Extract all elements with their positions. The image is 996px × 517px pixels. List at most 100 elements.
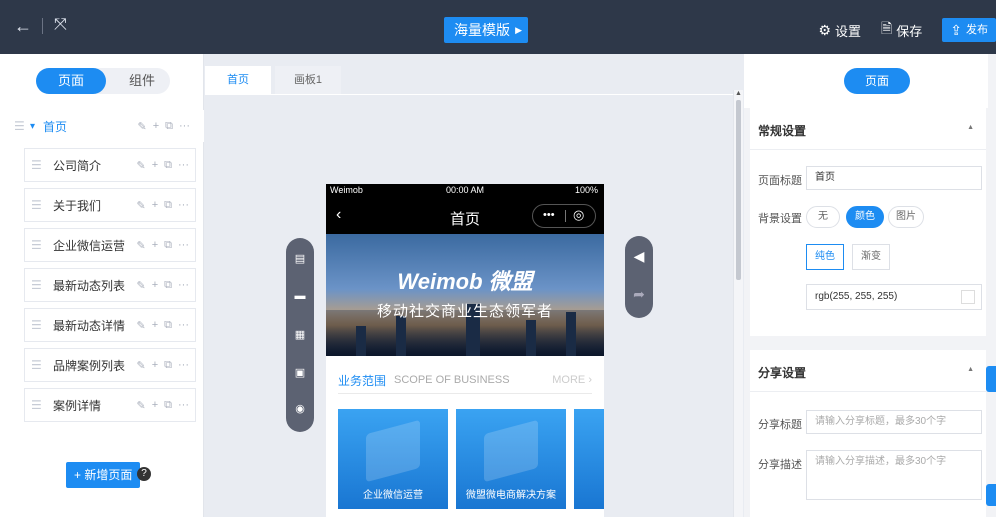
side-dock-icon[interactable] <box>986 484 996 506</box>
template-library-button[interactable]: 海量模版 ▶ <box>444 17 528 43</box>
drag-handle-icon[interactable]: ☰ <box>31 358 47 372</box>
business-card[interactable]: 微盟微电商解决方案 <box>456 409 566 509</box>
bg-option-none[interactable]: 无 <box>806 206 840 228</box>
banner-image[interactable]: Weimob 微盟 移动社交商业生态领军者 <box>326 234 604 356</box>
bg-type-gradient[interactable]: 渐变 <box>852 244 890 270</box>
redo-icon[interactable]: ➦ <box>625 286 653 303</box>
collapse-up-icon[interactable]: ▲ <box>967 124 974 131</box>
save-button[interactable]: 🗎 保存 <box>881 18 922 42</box>
edit-icon[interactable]: ✎ <box>136 279 145 292</box>
capsule-menu[interactable]: ••• ◎ <box>532 204 596 228</box>
add-icon[interactable]: + <box>152 399 158 411</box>
add-icon[interactable]: + <box>152 319 158 331</box>
scroll-up-icon[interactable]: ▲ <box>735 90 742 97</box>
bg-option-image[interactable]: 图片 <box>888 206 924 228</box>
page-item[interactable]: ☰ 企业微信运营 ✎ + ⧉ ··· <box>24 228 196 262</box>
drag-handle-icon[interactable]: ☰ <box>31 158 47 172</box>
add-icon[interactable]: + <box>152 239 158 251</box>
settings-button[interactable]: ⚙ 设置 <box>818 21 861 40</box>
more-dots-icon[interactable]: ••• <box>543 209 555 221</box>
edit-icon[interactable]: ✎ <box>136 359 145 372</box>
add-icon[interactable]: + <box>152 279 158 291</box>
drag-handle-icon[interactable]: ☰ <box>31 398 47 412</box>
more-icon[interactable]: ··· <box>178 199 189 211</box>
collapse-up-icon[interactable]: ▲ <box>967 366 974 373</box>
business-card[interactable] <box>574 409 604 509</box>
add-icon[interactable]: + <box>153 120 159 132</box>
add-page-button[interactable]: + 新增页面 <box>66 462 141 488</box>
add-icon[interactable]: + <box>152 199 158 211</box>
drag-handle-icon[interactable]: ☰ <box>14 119 30 133</box>
page-item[interactable]: ☰ 关于我们 ✎ + ⧉ ··· <box>24 188 196 222</box>
drag-handle-icon[interactable]: ☰ <box>31 238 47 252</box>
copy-icon[interactable]: ⧉ <box>164 279 172 292</box>
preview-icon[interactable]: ◉ <box>286 402 314 415</box>
page-item[interactable]: ☰ 最新动态详情 ✎ + ⧉ ··· <box>24 308 196 342</box>
tab-components[interactable]: 组件 <box>118 68 166 94</box>
tab-pages[interactable]: 页面 <box>36 68 106 94</box>
color-swatch[interactable] <box>961 290 975 304</box>
copy-icon[interactable]: ⧉ <box>164 199 172 212</box>
more-icon[interactable]: ··· <box>178 359 189 371</box>
bg-type-solid[interactable]: 纯色 <box>806 244 844 270</box>
collapse-icon[interactable]: ▾ <box>30 121 35 132</box>
drag-handle-icon[interactable]: ☰ <box>31 278 47 292</box>
side-dock-icon[interactable] <box>986 366 996 392</box>
share-title-input[interactable]: 请输入分享标题，最多30个字 <box>806 410 982 434</box>
tab-home[interactable]: 首页 <box>205 66 271 94</box>
card-label: 微盟微电商解决方案 <box>466 490 556 501</box>
page-settings-icon[interactable]: ▦ <box>286 328 314 341</box>
page-item[interactable]: ☰ 公司简介 ✎ + ⧉ ··· <box>24 148 196 182</box>
fullscreen-icon[interactable]: ⤧ <box>54 16 67 34</box>
tab-page-props[interactable]: 页面 <box>844 68 910 94</box>
undo-icon[interactable]: ◀ <box>625 248 653 265</box>
copy-icon[interactable]: ⧉ <box>164 399 172 412</box>
help-icon[interactable]: ? <box>137 467 151 481</box>
business-card[interactable]: 企业微信运营 <box>338 409 448 509</box>
edit-icon[interactable]: ✎ <box>136 199 145 212</box>
header-block-icon[interactable]: ▤ <box>286 252 314 265</box>
scroll-thumb[interactable] <box>736 100 741 280</box>
publish-button[interactable]: ⇪ 发布 <box>942 18 996 42</box>
page-item[interactable]: ☰ 最新动态列表 ✎ + ⧉ ··· <box>24 268 196 302</box>
more-icon[interactable]: ··· <box>178 159 189 171</box>
drag-handle-icon[interactable]: ☰ <box>31 318 47 332</box>
more-icon[interactable]: ··· <box>178 279 189 291</box>
edit-icon[interactable]: ✎ <box>136 239 145 252</box>
page-name: 首页 <box>43 119 68 134</box>
color-value-input[interactable]: rgb(255, 255, 255) <box>806 284 982 310</box>
edit-icon[interactable]: ✎ <box>136 159 145 172</box>
page-item[interactable]: ☰ 品牌案例列表 ✎ + ⧉ ··· <box>24 348 196 382</box>
drag-handle-icon[interactable]: ☰ <box>31 198 47 212</box>
more-icon[interactable]: ··· <box>178 239 189 251</box>
more-link[interactable]: MORE › <box>552 374 592 386</box>
footer-block-icon[interactable]: ▬ <box>286 290 314 302</box>
copy-icon[interactable]: ⧉ <box>164 239 172 252</box>
share-settings-header[interactable]: 分享设置 ▲ <box>750 350 986 392</box>
add-icon[interactable]: + <box>152 359 158 371</box>
share-title-label: 分享标题 <box>758 419 802 431</box>
canvas-scrollbar[interactable]: ▲ <box>733 90 743 517</box>
upload-icon: ⇪ <box>950 22 962 38</box>
copy-icon[interactable]: ⧉ <box>164 359 172 372</box>
tab-artboard[interactable]: 画板1 <box>275 66 341 94</box>
copy-icon[interactable]: ⧉ <box>164 159 172 172</box>
more-icon[interactable]: ··· <box>178 399 189 411</box>
copy-icon[interactable]: ⧉ <box>164 319 172 332</box>
edit-icon[interactable]: ✎ <box>136 399 145 412</box>
back-arrow-icon[interactable]: ← <box>14 16 32 37</box>
more-icon[interactable]: ··· <box>179 120 190 132</box>
edit-icon[interactable]: ✎ <box>137 120 146 133</box>
bg-option-color[interactable]: 颜色 <box>846 206 884 228</box>
add-icon[interactable]: + <box>152 159 158 171</box>
page-item[interactable]: ☰ 案例详情 ✎ + ⧉ ··· <box>24 388 196 422</box>
page-title-input[interactable]: 首页 <box>806 166 982 190</box>
close-target-icon[interactable]: ◎ <box>573 207 584 223</box>
more-icon[interactable]: ··· <box>178 319 189 331</box>
edit-icon[interactable]: ✎ <box>136 319 145 332</box>
page-item-home[interactable]: ☰ ▾ 首页 ✎ + ⧉ ··· <box>0 110 204 142</box>
share-desc-textarea[interactable]: 请输入分享描述，最多30个字 <box>806 450 982 500</box>
layer-icon[interactable]: ▣ <box>286 366 314 379</box>
general-settings-header[interactable]: 常规设置 ▲ <box>750 108 986 150</box>
copy-icon[interactable]: ⧉ <box>165 120 173 133</box>
